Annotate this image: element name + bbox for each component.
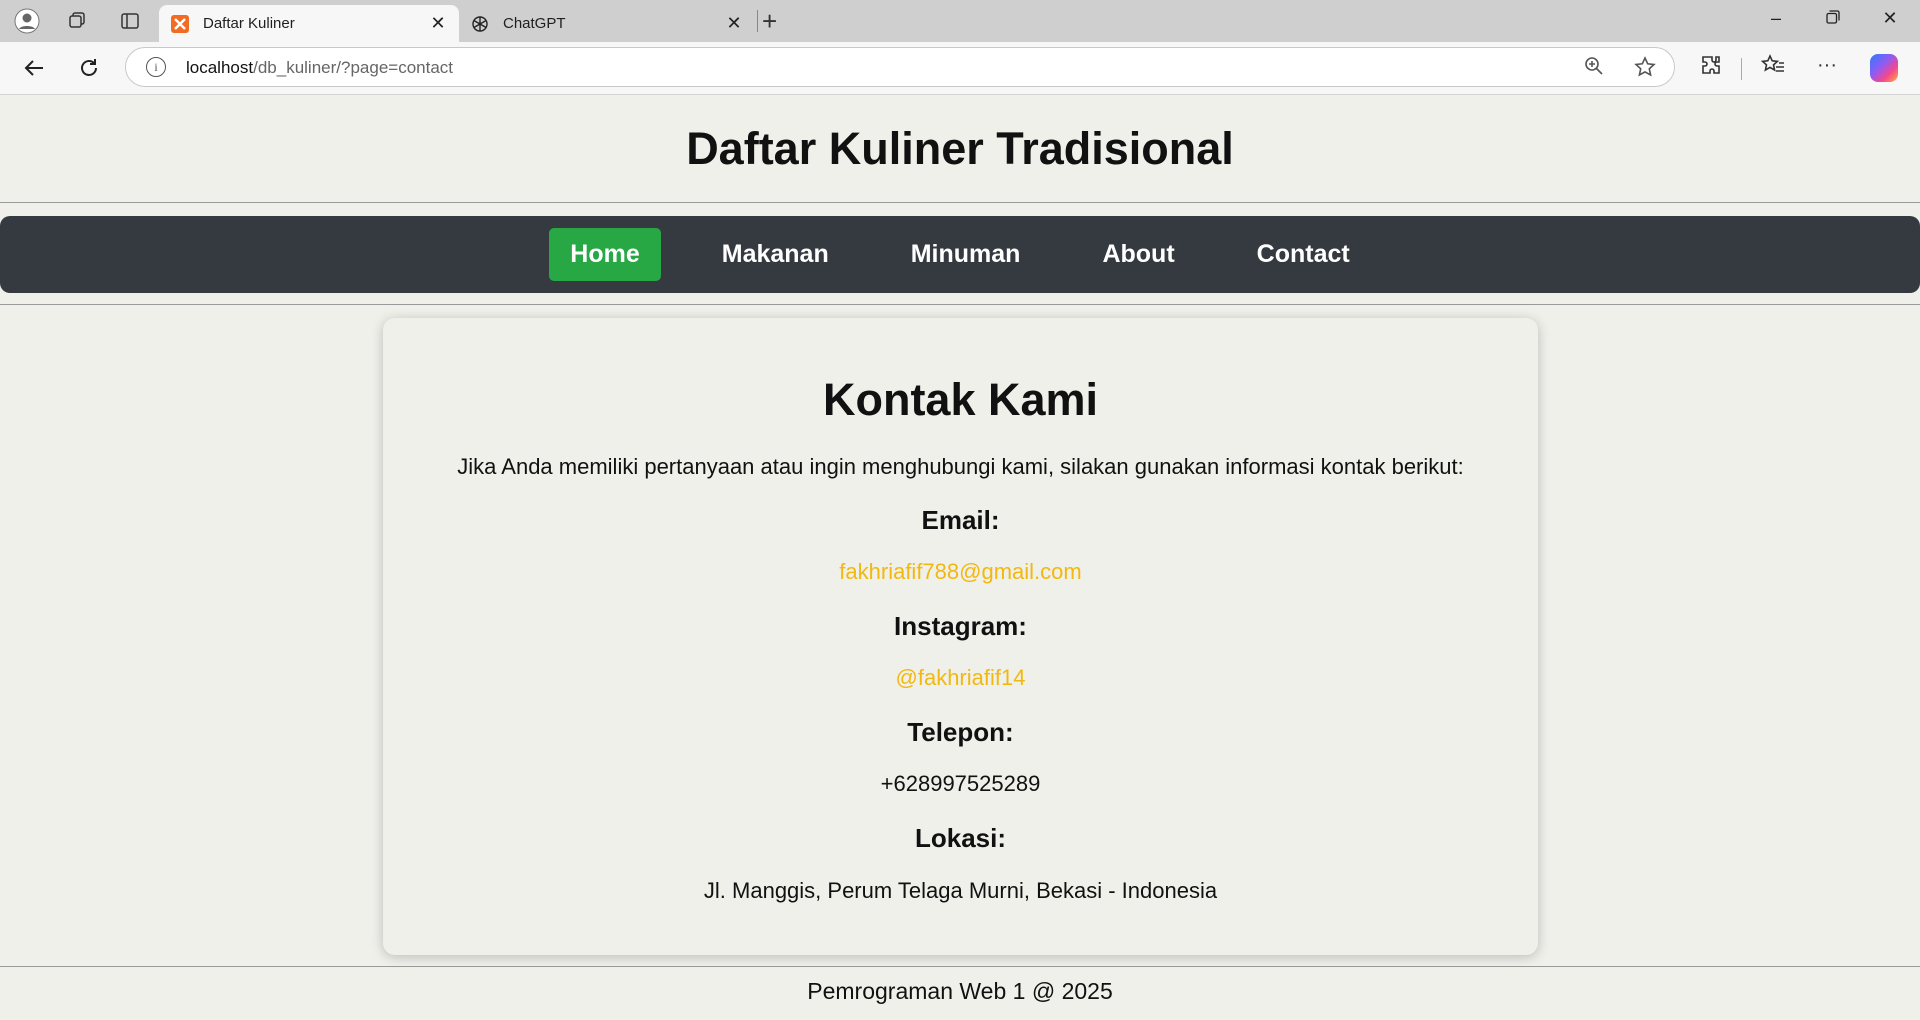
- workspaces-icon[interactable]: [63, 8, 91, 34]
- url-host: localhost: [186, 58, 254, 77]
- tab-label: Daftar Kuliner: [203, 15, 295, 32]
- phone-value: +628997525289: [880, 771, 1041, 796]
- url-field[interactable]: i localhost/db_kuliner/?page=contact: [125, 47, 1675, 87]
- nav-home[interactable]: Home: [549, 228, 661, 281]
- browser-tab-chatgpt[interactable]: ChatGPT ✕: [459, 5, 755, 42]
- profile-icon[interactable]: [13, 8, 41, 34]
- nav-contact[interactable]: Contact: [1236, 228, 1371, 281]
- close-window-icon[interactable]: ✕: [1875, 8, 1905, 29]
- tab-label: ChatGPT: [503, 15, 566, 32]
- footer-divider: [0, 966, 1920, 967]
- back-arrow-icon[interactable]: [17, 52, 51, 84]
- tab-actions-icon[interactable]: [116, 8, 144, 34]
- site-header: Daftar Kuliner Tradisional: [0, 95, 1920, 203]
- email-label: Email:: [921, 505, 1000, 535]
- instagram-link[interactable]: @fakhriafif14: [896, 665, 1026, 690]
- url-text: localhost/db_kuliner/?page=contact: [186, 58, 453, 78]
- main-navigation: Home Makanan Minuman About Contact: [0, 216, 1920, 293]
- url-path: /db_kuliner/?page=contact: [253, 58, 454, 77]
- restore-icon[interactable]: [1818, 8, 1848, 29]
- favorite-star-icon[interactable]: [1634, 56, 1656, 84]
- refresh-icon[interactable]: [72, 52, 106, 84]
- address-bar: i localhost/db_kuliner/?page=contact ···: [0, 42, 1920, 95]
- minimize-icon[interactable]: –: [1761, 8, 1791, 29]
- extensions-icon[interactable]: [1696, 54, 1726, 82]
- browser-tab-bar: Daftar Kuliner ✕ ChatGPT ✕ + – ✕: [0, 0, 1920, 42]
- nav-about[interactable]: About: [1081, 228, 1195, 281]
- instagram-label: Instagram:: [894, 611, 1027, 641]
- tab-separator: [757, 10, 758, 32]
- page-footer: Pemrograman Web 1 @ 2025: [807, 978, 1113, 1004]
- contact-heading: Kontak Kami: [822, 374, 1099, 425]
- chatgpt-favicon-icon: [471, 15, 489, 33]
- site-title: Daftar Kuliner Tradisional: [686, 122, 1234, 174]
- browser-tab-daftar-kuliner[interactable]: Daftar Kuliner ✕: [159, 5, 459, 42]
- phone-label: Telepon:: [907, 717, 1014, 747]
- email-link[interactable]: fakhriafif788@gmail.com: [839, 559, 1081, 584]
- new-tab-icon[interactable]: +: [762, 6, 777, 37]
- nav-minuman[interactable]: Minuman: [890, 228, 1042, 281]
- nav-makanan[interactable]: Makanan: [701, 228, 850, 281]
- location-value: Jl. Manggis, Perum Telaga Murni, Bekasi …: [703, 878, 1218, 903]
- nav-divider: [0, 304, 1920, 305]
- favorites-icon[interactable]: [1758, 54, 1788, 82]
- more-options-icon[interactable]: ···: [1812, 54, 1842, 77]
- close-tab-icon[interactable]: ✕: [725, 13, 743, 34]
- contact-card: Kontak Kami Jika Anda memiliki pertanyaa…: [383, 318, 1538, 955]
- zoom-icon[interactable]: [1584, 56, 1604, 82]
- toolbar-separator: [1741, 58, 1742, 80]
- contact-intro: Jika Anda memiliki pertanyaan atau ingin…: [457, 454, 1464, 479]
- xampp-favicon-icon: [171, 14, 189, 33]
- copilot-icon[interactable]: [1870, 54, 1898, 82]
- site-info-icon[interactable]: i: [146, 57, 166, 77]
- location-label: Lokasi:: [914, 823, 1007, 853]
- close-tab-icon[interactable]: ✕: [429, 13, 447, 34]
